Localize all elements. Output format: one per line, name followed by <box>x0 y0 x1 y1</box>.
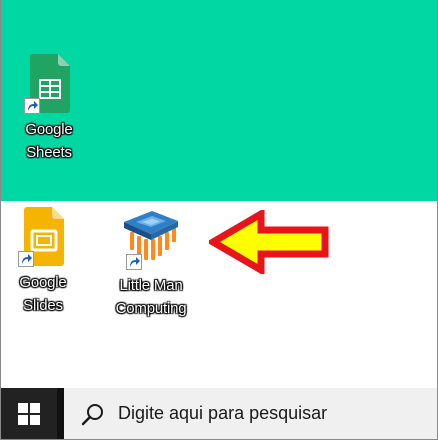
start-button[interactable] <box>1 388 57 439</box>
google-slides-shortcut[interactable]: Google Slides <box>1 205 91 317</box>
google-slides-label: Google Slides <box>19 274 67 314</box>
microchip-icon <box>122 208 180 270</box>
shortcut-arrow-icon <box>24 98 40 114</box>
search-box[interactable]: Digite aqui para pesquisar <box>64 388 437 439</box>
search-icon <box>81 403 103 425</box>
desktop-window: Google Sheets Google Slides Little Man C… <box>0 0 438 440</box>
shortcut-arrow-icon <box>18 251 34 267</box>
little-man-computing-label: Little Man Computing <box>115 277 187 317</box>
windows-logo-icon <box>18 402 40 425</box>
little-man-computing-shortcut[interactable]: Little Man Computing <box>103 208 199 320</box>
google-sheets-icon <box>20 52 78 114</box>
left-arrow-icon <box>206 207 331 277</box>
shortcut-arrow-icon <box>126 254 142 270</box>
google-slides-icon <box>14 205 72 267</box>
taskbar: Digite aqui para pesquisar <box>1 388 437 439</box>
google-sheets-label: Google Sheets <box>25 121 73 161</box>
search-placeholder: Digite aqui para pesquisar <box>118 403 328 423</box>
google-sheets-shortcut[interactable]: Google Sheets <box>1 52 97 164</box>
